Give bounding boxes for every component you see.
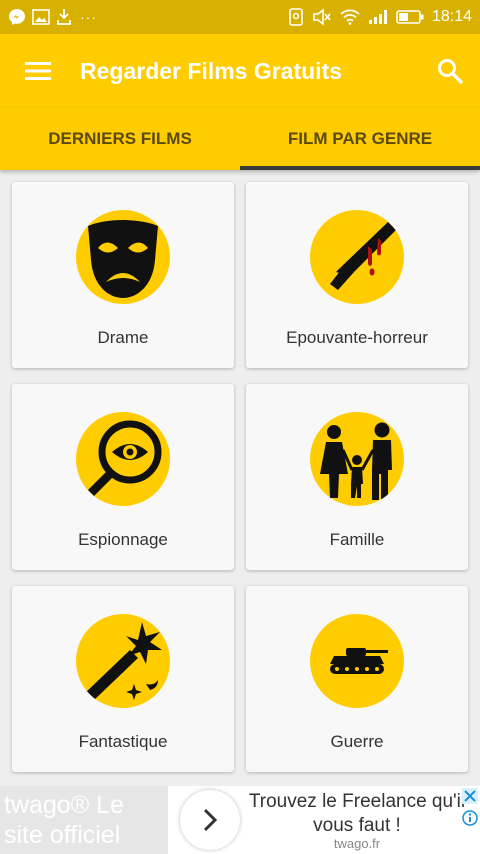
genre-card-espionnage[interactable]: Espionnage <box>12 384 234 570</box>
ad-close-button[interactable] <box>462 788 478 804</box>
battery-icon <box>396 10 424 24</box>
genre-card-fantastique[interactable]: Fantastique <box>12 586 234 772</box>
hamburger-menu-icon <box>25 62 51 80</box>
mute-icon <box>312 8 332 26</box>
genre-card-guerre[interactable]: Guerre <box>246 586 468 772</box>
genre-label: Guerre <box>330 732 384 751</box>
ad-headline[interactable]: Trouvez le Freelance qu'il vous faut ! <box>248 790 466 838</box>
clock: 18:14 <box>431 8 472 25</box>
search-icon <box>438 59 463 84</box>
genre-label: Fantastique <box>78 732 168 751</box>
ad-open-button[interactable] <box>180 790 240 850</box>
app-bar: Regarder Films Gratuits <box>0 34 480 108</box>
nfc-icon <box>288 8 304 26</box>
magnifier-eye-icon <box>76 412 170 506</box>
magic-wand-icon <box>76 614 170 708</box>
ad-domain: twago.fr <box>333 836 381 851</box>
status-bar-right: 18:14 <box>288 8 472 26</box>
tab-film-par-genre[interactable]: FILM PAR GENRE <box>240 108 480 170</box>
genre-card-famille[interactable]: Famille <box>246 384 468 570</box>
image-icon <box>32 9 50 25</box>
genre-label: Drame <box>97 328 149 347</box>
tragedy-mask-icon <box>76 210 170 304</box>
close-icon <box>464 790 476 802</box>
tab-derniers-films[interactable]: DERNIERS FILMS <box>0 108 240 170</box>
genre-grid: Drame Epouvante-horreur Espionnage Famil… <box>12 182 468 772</box>
status-bar-left: ··· <box>8 8 288 26</box>
family-icon <box>310 412 404 506</box>
messenger-icon <box>8 8 26 26</box>
download-icon <box>56 8 72 26</box>
genre-card-epouvante-horreur[interactable]: Epouvante-horreur <box>246 182 468 368</box>
menu-button[interactable] <box>0 34 76 108</box>
info-icon <box>462 810 478 826</box>
genre-label: Epouvante-horreur <box>286 328 428 347</box>
ad-banner[interactable]: twago® Le site officiel Trouvez le Freel… <box>0 786 480 854</box>
bloody-knife-icon <box>310 210 404 304</box>
more-notifications-indicator: ··· <box>80 9 97 25</box>
genre-label: Famille <box>329 530 385 549</box>
signal-icon <box>368 9 388 25</box>
chevron-right-icon <box>203 808 218 832</box>
genre-label: Espionnage <box>78 530 168 549</box>
tab-bar: DERNIERS FILMS FILM PAR GENRE <box>0 108 480 170</box>
status-bar: ··· 18:14 <box>0 0 480 34</box>
ad-info-button[interactable] <box>462 810 478 826</box>
tank-icon <box>310 614 404 708</box>
search-button[interactable] <box>420 34 480 108</box>
genre-card-drame[interactable]: Drame <box>12 182 234 368</box>
ad-image-panel[interactable]: twago® Le site officiel <box>0 786 168 854</box>
wifi-icon <box>340 9 360 25</box>
app-title: Regarder Films Gratuits <box>80 57 343 84</box>
ad-left-text: twago® Le site officiel <box>4 791 124 849</box>
